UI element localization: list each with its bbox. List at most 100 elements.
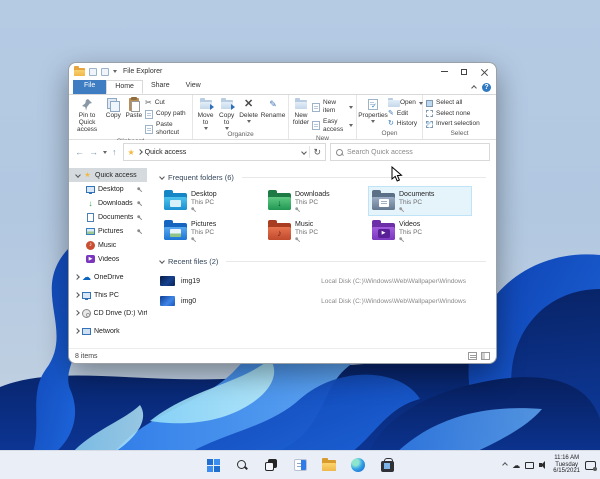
recent-files-header[interactable]: Recent files (2) — [159, 254, 496, 268]
search-box[interactable] — [330, 143, 490, 161]
minimize-ribbon-icon[interactable] — [471, 84, 477, 91]
sidebar-item-pictures[interactable]: Pictures — [69, 224, 147, 238]
folder-tile-music[interactable]: ♪ Music This PC — [264, 216, 368, 246]
edge-button[interactable] — [349, 456, 367, 474]
move-to-button[interactable]: Move to — [196, 97, 215, 130]
expand-chevron-icon[interactable] — [75, 172, 81, 178]
file-explorer-button[interactable] — [320, 456, 338, 474]
sidebar-item-network[interactable]: Network — [69, 324, 147, 338]
invert-selection-button[interactable]: Invert selection — [426, 120, 480, 128]
paste-button[interactable]: Paste — [125, 96, 143, 119]
task-view-button[interactable] — [262, 456, 280, 474]
recent-file-row[interactable]: img19 Local Disk (C:)\Windows\Web\Wallpa… — [160, 271, 496, 291]
start-button[interactable] — [204, 456, 222, 474]
forward-button[interactable]: → — [89, 147, 98, 157]
back-button[interactable]: ← — [75, 147, 84, 157]
downloads-icon: ↓ — [88, 198, 93, 208]
folder-tile-videos[interactable]: ▶ Videos This PC — [368, 216, 472, 246]
new-folder-icon — [295, 97, 308, 109]
folder-tile-downloads[interactable]: ↓ Downloads This PC — [264, 186, 368, 216]
refresh-icon[interactable]: ↻ — [313, 147, 321, 158]
properties-button[interactable]: ✓ Properties — [358, 97, 388, 123]
select-all-button[interactable]: Select all — [426, 99, 480, 107]
delete-button[interactable]: ✕ Delete — [238, 97, 259, 123]
tab-share[interactable]: Share — [143, 80, 178, 94]
widgets-button[interactable] — [291, 456, 309, 474]
store-button[interactable] — [378, 456, 396, 474]
paste-shortcut-button[interactable]: Paste shortcut — [144, 121, 189, 137]
clock[interactable]: 11:16 AM Tuesday 6/15/2021 — [553, 455, 580, 475]
network-tray-button[interactable] — [525, 461, 535, 469]
collapse-chevron-icon[interactable] — [74, 292, 80, 298]
close-button[interactable] — [474, 65, 494, 78]
qat-customize-chevron-icon[interactable] — [113, 70, 117, 73]
folder-tile-desktop[interactable]: Desktop This PC — [160, 186, 264, 216]
breadcrumb-location: Quick access — [144, 148, 187, 156]
volume-tray-button[interactable] — [539, 461, 548, 469]
maximize-icon — [461, 68, 467, 75]
music-folder-icon: ♪ — [268, 219, 291, 240]
notification-center-button[interactable] — [585, 460, 597, 471]
large-icons-view-button[interactable] — [481, 352, 490, 360]
frequent-folders-grid: Desktop This PC ↓ Downloads This PC Docume… — [160, 186, 478, 246]
search-input[interactable] — [347, 148, 484, 156]
search-button[interactable] — [233, 456, 251, 474]
copy-button[interactable]: Copy — [104, 97, 122, 119]
sidebar-item-downloads[interactable]: ↓ Downloads — [69, 196, 147, 210]
new-item-button[interactable]: New item — [312, 99, 353, 115]
new-item-icon — [312, 102, 321, 112]
open-button[interactable]: Open — [388, 97, 423, 107]
system-tray: ☁ 11:16 AM Tuesday 6/15/2021 — [502, 451, 597, 479]
collapse-chevron-icon[interactable] — [74, 328, 80, 334]
pin-to-quick-access-button[interactable]: Pin to Quick access — [72, 97, 102, 133]
tab-view[interactable]: View — [178, 80, 209, 94]
up-button[interactable]: ↑ — [112, 147, 117, 157]
help-icon[interactable]: ? — [482, 83, 491, 92]
tab-file[interactable]: File — [73, 80, 107, 94]
recent-file-row[interactable]: img0 Local Disk (C:)\Windows\Web\Wallpap… — [160, 291, 496, 311]
qat-properties-icon[interactable] — [89, 67, 97, 76]
onedrive-tray-button[interactable]: ☁ — [512, 461, 520, 470]
tab-home[interactable]: Home — [106, 80, 143, 94]
sidebar-item-cd-drive[interactable]: CD Drive (D:) Virtual — [69, 306, 147, 320]
cut-button[interactable]: ✂ Cut — [145, 99, 189, 107]
folder-tile-documents[interactable]: Documents This PC — [368, 186, 472, 216]
history-button[interactable]: ↻ History — [388, 120, 423, 128]
sidebar-item-quick-access[interactable]: ★ Quick access — [69, 168, 147, 182]
sidebar-item-this-pc[interactable]: This PC — [69, 288, 147, 302]
section-collapse-icon[interactable] — [159, 174, 165, 180]
details-view-button[interactable] — [468, 352, 477, 360]
section-collapse-icon[interactable] — [159, 258, 165, 264]
rename-button[interactable]: ✎ Rename — [261, 97, 286, 119]
frequent-folders-header[interactable]: Frequent folders (6) — [159, 170, 496, 184]
address-dropdown-icon[interactable] — [301, 149, 308, 155]
properties-dropdown-icon — [371, 120, 375, 123]
new-folder-button[interactable]: New folder — [292, 97, 310, 126]
delete-icon: ✕ — [243, 97, 254, 110]
sidebar-item-onedrive[interactable]: ☁ OneDrive — [69, 270, 147, 284]
edit-button[interactable]: ✎ Edit — [388, 110, 423, 118]
qat-new-folder-icon[interactable] — [101, 67, 109, 76]
sidebar-item-videos[interactable]: ▶ Videos — [69, 252, 147, 266]
collapse-chevron-icon[interactable] — [74, 310, 80, 316]
pin-icon — [399, 206, 404, 212]
maximize-button[interactable] — [454, 65, 474, 78]
copy-path-icon — [144, 109, 153, 119]
cd-drive-icon — [81, 308, 91, 318]
recent-locations-dropdown-icon[interactable] — [103, 150, 107, 154]
select-none-icon — [426, 110, 433, 117]
address-bar[interactable]: ★ Quick access ↻ — [122, 143, 326, 161]
copy-path-button[interactable]: Copy path — [144, 109, 189, 119]
copy-to-button[interactable]: Copy to — [217, 97, 236, 130]
sidebar-item-desktop[interactable]: Desktop — [69, 182, 147, 196]
minimize-button[interactable] — [434, 65, 454, 78]
easy-access-button[interactable]: Easy access — [312, 118, 353, 134]
select-none-button[interactable]: Select none — [426, 110, 480, 118]
quick-access-icon: ★ — [84, 172, 91, 179]
tray-overflow-button[interactable] — [502, 462, 509, 468]
collapse-chevron-icon[interactable] — [74, 274, 80, 280]
folder-tile-pictures[interactable]: Pictures This PC — [160, 216, 264, 246]
address-row: ← → ↑ ★ Quick access ↻ — [69, 140, 496, 164]
sidebar-item-music[interactable]: ♪ Music — [69, 238, 147, 252]
sidebar-item-documents[interactable]: Documents — [69, 210, 147, 224]
